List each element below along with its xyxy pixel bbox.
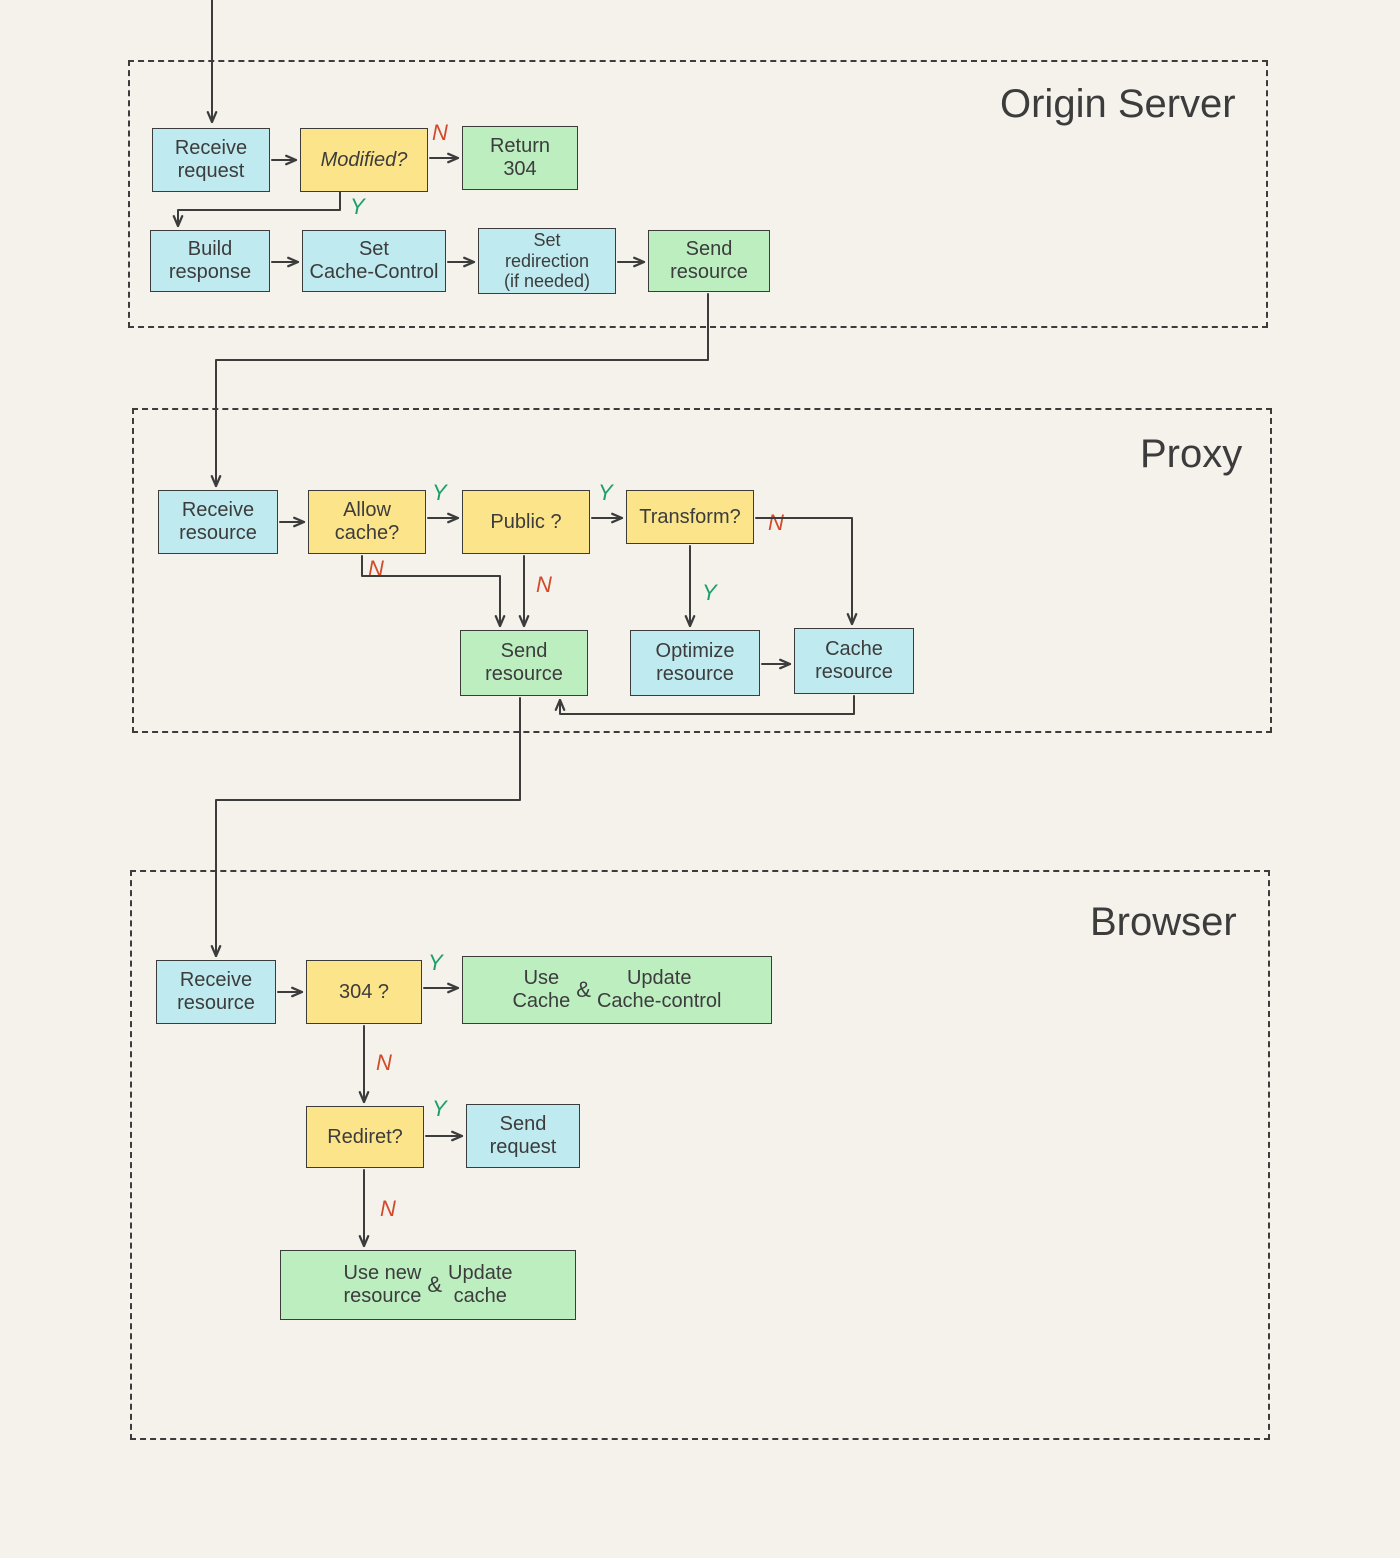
node-use-new-combo: Use newresource & Updatecache xyxy=(280,1250,576,1320)
node-public: Public ? xyxy=(462,490,590,554)
node-update-cache-label: Updatecache xyxy=(448,1262,513,1308)
edge-label-n: N xyxy=(432,120,448,146)
edge-label-n: N xyxy=(380,1196,396,1222)
node-optimize-resource: Optimizeresource xyxy=(630,630,760,696)
node-use-cache-label: UseCache xyxy=(512,967,570,1013)
node-proxy-send-resource: Sendresource xyxy=(460,630,588,696)
node-browser-receive-resource: Receiveresource xyxy=(156,960,276,1024)
edge-label-y: Y xyxy=(428,950,443,976)
node-send-resource-origin: Sendresource xyxy=(648,230,770,292)
ampersand-icon-2: & xyxy=(421,1272,448,1297)
edge-label-n: N xyxy=(536,572,552,598)
node-update-cache-control-label: UpdateCache-control xyxy=(597,967,722,1013)
node-receive-request: Receiverequest xyxy=(152,128,270,192)
section-browser-title: Browser xyxy=(1090,900,1237,945)
edge-label-y: Y xyxy=(702,580,717,606)
ampersand-icon: & xyxy=(570,977,597,1002)
node-set-redirection: Setredirection(if needed) xyxy=(478,228,616,294)
section-origin-title: Origin Server xyxy=(1000,82,1236,127)
edge-label-y: Y xyxy=(598,480,613,506)
edge-label-n: N xyxy=(768,510,784,536)
edge-label-n: N xyxy=(376,1050,392,1076)
node-use-new-label: Use newresource xyxy=(344,1262,422,1308)
node-modified: Modified? xyxy=(300,128,428,192)
section-proxy-title: Proxy xyxy=(1140,432,1242,477)
node-304: 304 ? xyxy=(306,960,422,1024)
diagram-canvas: Origin Server Proxy Browser Receivereque… xyxy=(0,0,1400,1558)
node-send-request: Sendrequest xyxy=(466,1104,580,1168)
node-return-304: Return304 xyxy=(462,126,578,190)
node-proxy-receive-resource: Receiveresource xyxy=(158,490,278,554)
node-redirect: Rediret? xyxy=(306,1106,424,1168)
node-set-cache-control: SetCache-Control xyxy=(302,230,446,292)
node-build-response: Buildresponse xyxy=(150,230,270,292)
edge-label-n: N xyxy=(368,556,384,582)
edge-label-y: Y xyxy=(350,194,365,220)
node-cache-resource: Cacheresource xyxy=(794,628,914,694)
node-transform: Transform? xyxy=(626,490,754,544)
node-use-cache-combo: UseCache & UpdateCache-control xyxy=(462,956,772,1024)
edge-label-y: Y xyxy=(432,480,447,506)
edge-label-y: Y xyxy=(432,1096,447,1122)
node-allow-cache: Allowcache? xyxy=(308,490,426,554)
